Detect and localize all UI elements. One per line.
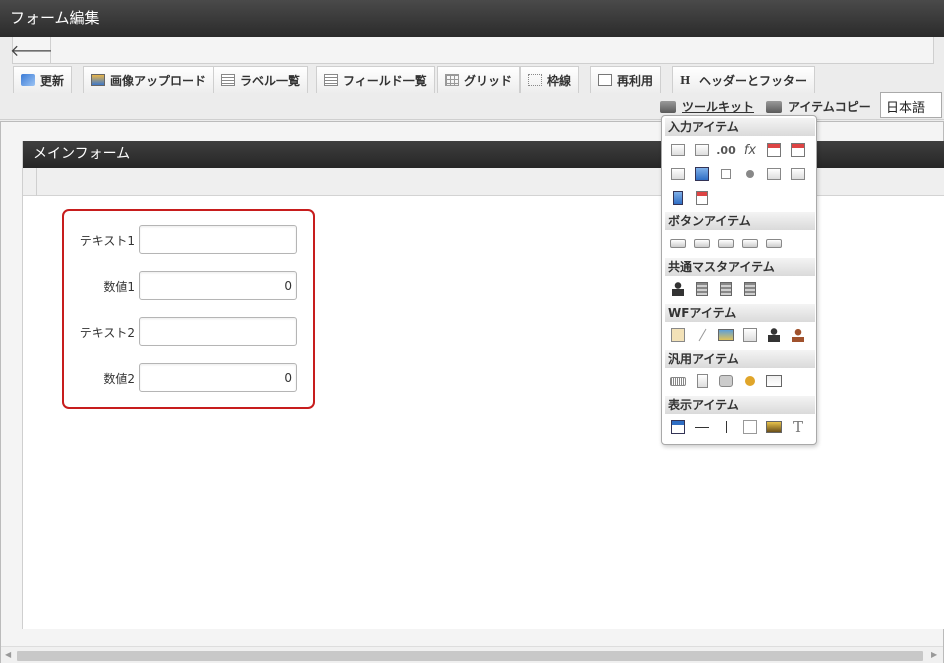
submit-button-icon[interactable] <box>669 234 687 252</box>
back-button[interactable]: 🡐 <box>10 37 53 63</box>
field-label: テキスト1 <box>79 234 135 248</box>
text-field-2[interactable] <box>139 317 297 346</box>
browser-icon[interactable] <box>765 372 783 390</box>
toolkit-label: ツールキット <box>682 100 755 114</box>
horizontal-scrollbar[interactable]: ◀ ▶ <box>1 646 943 663</box>
stamp-icon[interactable] <box>789 326 807 344</box>
toolkit-icon <box>766 100 782 113</box>
frame-icon[interactable] <box>741 418 759 436</box>
textarea-icon[interactable] <box>693 141 711 159</box>
date-icon[interactable] <box>765 141 783 159</box>
refresh-icon <box>21 74 35 86</box>
header-icon: H <box>680 74 691 87</box>
grid-icon <box>445 74 459 86</box>
pulldown-icon[interactable] <box>765 165 783 183</box>
checkbox-icon[interactable] <box>717 165 735 183</box>
tab-label: グリッド <box>464 73 513 88</box>
form-row: 数値1 0 <box>64 271 313 301</box>
section-button-items: ボタンアイテム <box>665 212 815 230</box>
field-label: 数値1 <box>103 280 135 294</box>
toolkit-icon <box>660 100 676 113</box>
user-icon[interactable] <box>669 280 687 298</box>
document-icon <box>598 74 612 86</box>
tab-reuse[interactable]: 再利用 <box>590 66 662 93</box>
tab-field-list[interactable]: フィールド一覧 <box>316 66 435 93</box>
label-icon[interactable] <box>669 418 687 436</box>
public-group-icon[interactable] <box>717 280 735 298</box>
toolbar: 更新 画像アップロード ラベル一覧 フィールド一覧 グリッド 枠線 再利用 Hヘ… <box>0 64 944 120</box>
tab-label: ラベル一覧 <box>240 73 301 88</box>
item-copy-label: アイテムコピー <box>788 100 871 114</box>
section-master-items: 共通マスタアイテム <box>665 258 815 276</box>
back-button-icon[interactable] <box>741 234 759 252</box>
file-upload-icon[interactable] <box>669 189 687 207</box>
text-field-1[interactable] <box>139 225 297 254</box>
image-icon[interactable] <box>717 326 735 344</box>
selected-item-group[interactable]: テキスト1 数値1 0 テキスト2 数値2 0 <box>62 209 315 409</box>
camera-icon[interactable] <box>717 372 735 390</box>
form-row: テキスト2 <box>64 317 313 347</box>
field-label: 数値2 <box>103 372 135 386</box>
number-icon[interactable]: .00 <box>716 141 736 159</box>
form-row: 数値2 0 <box>64 363 313 393</box>
listbox-icon[interactable] <box>669 165 687 183</box>
tab-label: 更新 <box>40 73 65 88</box>
frame-icon <box>528 74 542 86</box>
tab-grid[interactable]: グリッド <box>437 66 521 93</box>
private-group-icon[interactable] <box>741 280 759 298</box>
font-icon[interactable] <box>693 189 711 207</box>
section-display-items: 表示アイテム <box>665 396 815 414</box>
section-input-items: 入力アイテム <box>665 118 815 136</box>
tab-label: フィールド一覧 <box>343 73 427 88</box>
scroll-right-icon[interactable]: ▶ <box>931 650 937 659</box>
language-select[interactable]: 日本語 <box>880 92 942 118</box>
textbox-icon[interactable] <box>669 141 687 159</box>
datetime-icon[interactable] <box>789 141 807 159</box>
organization-icon[interactable] <box>693 280 711 298</box>
barcode-icon[interactable] <box>669 372 687 390</box>
tab-label: 枠線 <box>547 73 572 88</box>
toolkit-panel: 入力アイテム .00 fx ボタンアイテム 共通マスタアイテム WFアイテム 汎… <box>661 115 817 445</box>
horizontal-line-icon[interactable] <box>693 418 711 436</box>
tab-label: 再利用 <box>617 73 654 88</box>
tab-label: 画像アップロード <box>110 73 207 88</box>
row-header-cell <box>23 168 37 196</box>
field-label: テキスト2 <box>79 326 135 340</box>
tab-refresh[interactable]: 更新 <box>13 66 73 93</box>
next-button-icon[interactable] <box>693 234 711 252</box>
list-icon <box>324 74 338 86</box>
form-row: テキスト1 <box>64 225 313 255</box>
tab-header-footer[interactable]: H ヘッダーとフッター <box>672 66 816 93</box>
image-icon[interactable] <box>765 418 783 436</box>
radio-icon[interactable] <box>741 165 759 183</box>
number-field-2[interactable]: 0 <box>139 363 297 392</box>
vertical-line-icon[interactable] <box>717 418 735 436</box>
tab-frame[interactable]: 枠線 <box>520 66 580 93</box>
text-icon[interactable]: T <box>789 418 807 436</box>
key-icon[interactable] <box>741 372 759 390</box>
scrollbar-thumb[interactable] <box>17 651 923 661</box>
nav-bar: 🡐 <box>10 37 934 64</box>
list-icon <box>221 74 235 86</box>
list-icon[interactable] <box>789 165 807 183</box>
prev-button-icon[interactable] <box>717 234 735 252</box>
number-field-1[interactable]: 0 <box>139 271 297 300</box>
section-wf-items: WFアイテム <box>665 304 815 322</box>
image-upload-icon <box>91 74 105 86</box>
attachment-icon[interactable] <box>693 326 711 344</box>
forward-button-icon[interactable] <box>765 234 783 252</box>
fx-icon[interactable]: fx <box>741 141 759 159</box>
document-icon[interactable] <box>693 372 711 390</box>
section-general-items: 汎用アイテム <box>665 350 815 368</box>
tab-label: ヘッダーとフッター <box>699 73 808 88</box>
arrow-left-icon: 🡐 <box>10 41 53 60</box>
window-title: フォーム編集 <box>0 0 944 37</box>
table-input-icon[interactable] <box>693 165 711 183</box>
tab-image-upload[interactable]: 画像アップロード <box>83 66 215 93</box>
tab-label-list[interactable]: ラベル一覧 <box>213 66 309 93</box>
clipboard-icon[interactable] <box>669 326 687 344</box>
user-search-icon[interactable] <box>765 326 783 344</box>
scroll-left-icon[interactable]: ◀ <box>5 650 11 659</box>
history-icon[interactable] <box>741 326 759 344</box>
